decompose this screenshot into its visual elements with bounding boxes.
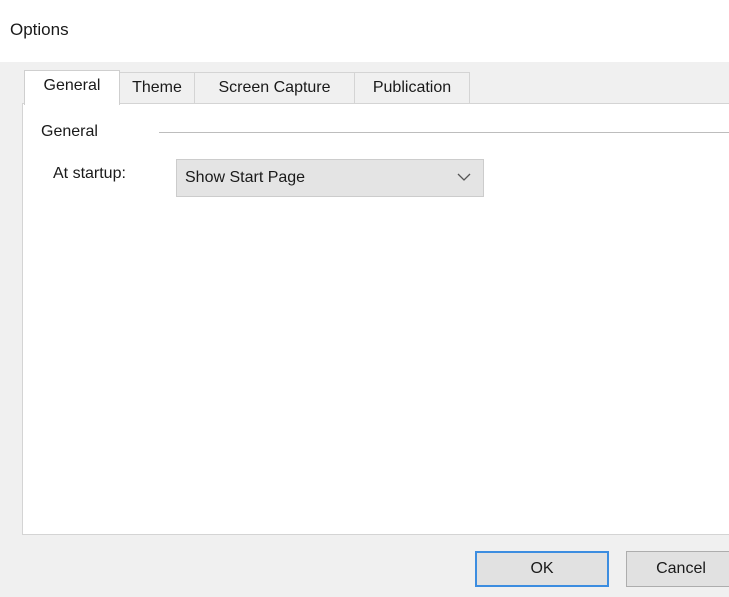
tab-label: Publication [372,79,452,96]
title-bar[interactable]: Options [0,0,729,62]
dialog-footer: OK Cancel [0,535,729,597]
tab-label: General [43,77,101,94]
tab-publication[interactable]: Publication [354,72,470,104]
group-label-general: General [41,123,98,140]
group-divider [159,132,729,133]
tab-theme[interactable]: Theme [119,72,195,104]
general-tab-panel: General At startup: Show Start Page [22,103,729,535]
at-startup-value: Show Start Page [185,169,306,186]
options-dialog: Options General Theme Screen Capture Pub… [0,0,729,597]
at-startup-label: At startup: [53,165,126,182]
at-startup-select[interactable]: Show Start Page [176,159,484,197]
tab-screen-capture[interactable]: Screen Capture [194,72,355,104]
tab-general[interactable]: General [24,70,120,105]
window-title: Options [10,20,69,39]
cancel-button[interactable]: Cancel [626,551,729,587]
tab-label: Screen Capture [218,79,331,96]
chevron-down-icon [457,173,471,181]
tab-label: Theme [132,79,182,96]
ok-button[interactable]: OK [475,551,609,587]
